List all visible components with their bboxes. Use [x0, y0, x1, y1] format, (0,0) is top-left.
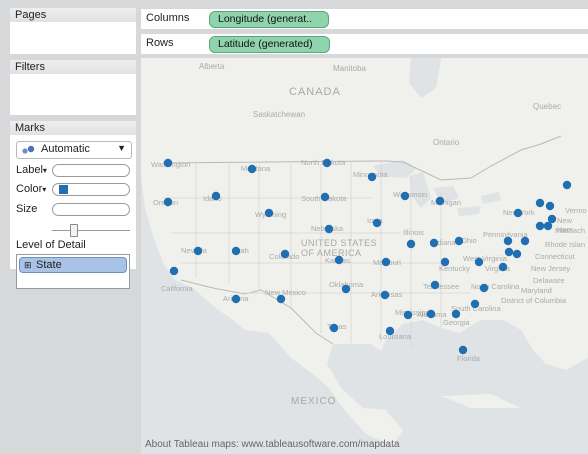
state-mark[interactable] — [435, 196, 445, 206]
chevron-down-icon: ▼ — [117, 143, 126, 153]
state-mark[interactable] — [341, 284, 351, 294]
level-of-detail-shelf[interactable]: ⊞ State — [16, 254, 130, 289]
state-mark[interactable] — [535, 198, 545, 208]
filters-title: Filters — [10, 60, 136, 74]
longitude-pill[interactable]: Longitude (generat.. — [209, 11, 329, 28]
state-mark[interactable] — [430, 280, 440, 290]
state-mark[interactable] — [451, 309, 461, 319]
columns-shelf[interactable]: Columns Longitude (generat.. — [141, 9, 588, 29]
caret-icon: ▾ — [42, 166, 47, 175]
state-mark[interactable] — [247, 164, 257, 174]
state-mark[interactable] — [470, 299, 480, 309]
state-mark[interactable] — [474, 257, 484, 267]
caret-icon: ▾ — [42, 185, 47, 194]
state-mark[interactable] — [479, 283, 489, 293]
level-of-detail-title: Level of Detail — [16, 239, 86, 251]
state-mark[interactable] — [276, 294, 286, 304]
state-mark[interactable] — [231, 246, 241, 256]
automatic-marks-icon — [22, 145, 35, 154]
state-mark[interactable] — [520, 236, 530, 246]
state-mark[interactable] — [403, 310, 413, 320]
rows-label: Rows — [146, 37, 174, 49]
label-drop-field[interactable] — [52, 164, 130, 177]
state-mark[interactable] — [458, 345, 468, 355]
map-view[interactable]: CANADA Alberta Manitoba Saskatchewan Ont… — [141, 58, 588, 454]
marks-title: Marks — [10, 121, 136, 135]
mark-type-dropdown[interactable]: Automatic ▼ — [16, 141, 132, 159]
state-mark[interactable] — [320, 192, 330, 202]
state-field-pill[interactable]: ⊞ State — [19, 257, 127, 273]
state-mark[interactable] — [381, 257, 391, 267]
state-mark[interactable] — [429, 238, 439, 248]
state-mark[interactable] — [498, 262, 508, 272]
color-swatch — [59, 185, 68, 194]
state-mark[interactable] — [372, 218, 382, 228]
state-mark[interactable] — [322, 158, 332, 168]
state-mark[interactable] — [513, 208, 523, 218]
state-mark[interactable] — [329, 323, 339, 333]
state-mark[interactable] — [562, 180, 572, 190]
label-shelf-label: Label — [16, 164, 43, 176]
map-credit-link[interactable]: About Tableau maps: www.tableausoftware.… — [145, 439, 399, 450]
state-mark[interactable] — [406, 239, 416, 249]
marks-card: Marks Automatic ▼ Label▾ Color▾ Size Lev… — [10, 121, 136, 289]
state-mark[interactable] — [512, 249, 522, 259]
size-shelf-button[interactable]: Size — [16, 202, 37, 216]
state-mark[interactable] — [367, 172, 377, 182]
rows-shelf[interactable]: Rows Latitude (generated) — [141, 34, 588, 54]
latitude-pill[interactable]: Latitude (generated) — [209, 36, 330, 53]
mark-type-label: Automatic — [41, 143, 90, 155]
state-mark[interactable] — [211, 191, 221, 201]
state-mark[interactable] — [454, 236, 464, 246]
state-mark[interactable] — [543, 221, 553, 231]
state-mark[interactable] — [169, 266, 179, 276]
state-marks-layer — [163, 158, 572, 355]
state-mark[interactable] — [280, 249, 290, 259]
size-drop-field[interactable] — [52, 203, 130, 216]
state-mark[interactable] — [163, 197, 173, 207]
state-mark[interactable] — [334, 255, 344, 265]
state-mark[interactable] — [163, 158, 173, 168]
state-mark[interactable] — [535, 221, 545, 231]
state-mark[interactable] — [400, 191, 410, 201]
pages-title: Pages — [10, 8, 136, 22]
columns-label: Columns — [146, 12, 190, 24]
state-mark[interactable] — [231, 294, 241, 304]
state-mark[interactable] — [504, 247, 514, 257]
color-shelf-label: Color — [16, 183, 43, 195]
state-mark[interactable] — [440, 257, 450, 267]
filters-card[interactable]: Filters — [10, 60, 136, 115]
label-shelf-button[interactable]: Label▾ — [16, 163, 47, 177]
state-mark[interactable] — [264, 208, 274, 218]
size-shelf-label: Size — [16, 203, 38, 215]
state-field-label: State — [36, 259, 62, 271]
state-mark[interactable] — [380, 290, 390, 300]
color-drop-field[interactable] — [52, 183, 130, 196]
state-mark[interactable] — [193, 246, 203, 256]
state-mark[interactable] — [324, 224, 334, 234]
state-mark[interactable] — [545, 201, 555, 211]
expand-plus-icon[interactable]: ⊞ — [24, 258, 32, 272]
state-mark[interactable] — [426, 309, 436, 319]
size-slider-thumb[interactable] — [70, 224, 78, 237]
size-slider-track[interactable] — [52, 230, 130, 231]
state-mark[interactable] — [503, 236, 513, 246]
pages-card[interactable]: Pages — [10, 8, 136, 54]
state-mark[interactable] — [385, 326, 395, 336]
color-shelf-button[interactable]: Color▾ — [16, 182, 46, 196]
